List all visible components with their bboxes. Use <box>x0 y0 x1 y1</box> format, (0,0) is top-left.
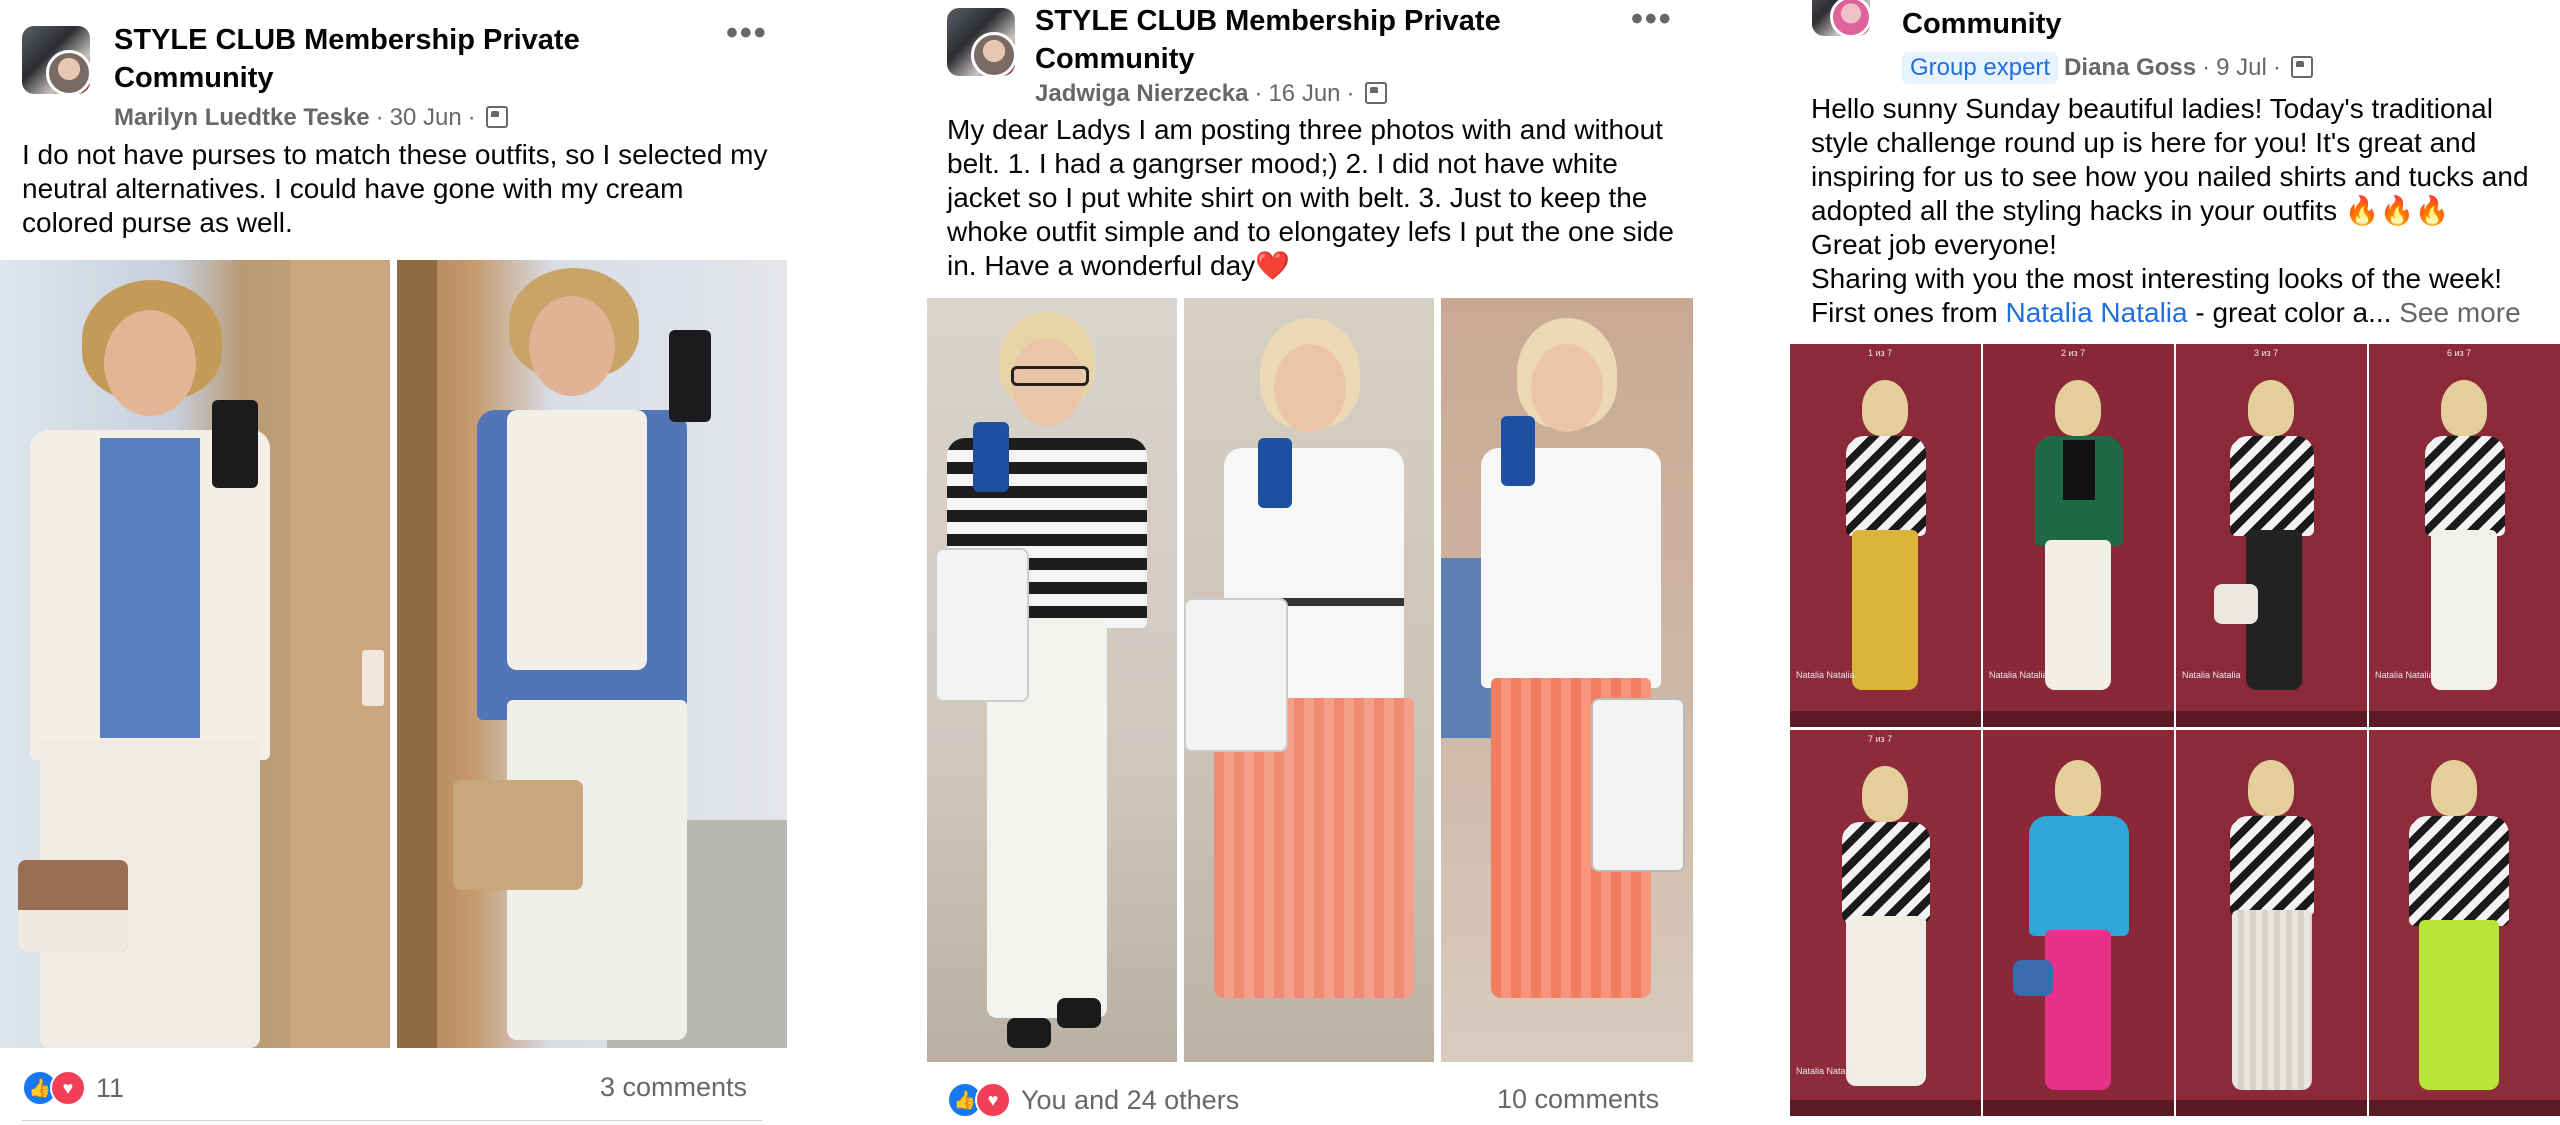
post-date[interactable]: 30 Jun <box>390 104 462 131</box>
reaction-count: 11 <box>96 1072 125 1103</box>
more-options-icon[interactable]: ••• <box>726 14 768 53</box>
post-3: Community Group expert Diana Goss · 9 Jul · … <box>1790 0 2560 1125</box>
photo-counter: 6 из 7 <box>2447 348 2472 358</box>
post-text-line: Great job everyone! <box>1811 229 2057 260</box>
photo-counter: 1 из 7 <box>1868 348 1893 358</box>
post-date[interactable]: 9 Jul <box>2216 54 2267 81</box>
post-2: STYLE CLUB Membership Private Community … <box>925 0 1695 1125</box>
author-name[interactable]: Diana Goss <box>2064 54 2196 81</box>
group-avatar[interactable] <box>947 8 1015 76</box>
privacy-members-icon <box>1364 82 1387 104</box>
photo-counter: 3 из 7 <box>2254 348 2279 358</box>
reaction-summary[interactable]: 👍 ♥ You and 24 others <box>947 1082 1239 1118</box>
divider <box>22 1120 762 1121</box>
grid-photo-1[interactable]: 1 из 7 Natalia Natalia <box>1790 344 1981 727</box>
grid-photo-7[interactable] <box>2176 730 2367 1116</box>
post-photo-2[interactable] <box>1184 298 1434 1062</box>
grid-photo-5[interactable]: 7 из 7 Natalia Natalia <box>1790 730 1981 1116</box>
photo-author: Natalia Natalia <box>1796 670 1855 680</box>
group-name[interactable]: Community <box>1902 5 2062 43</box>
post-date[interactable]: 16 Jun <box>1268 80 1340 107</box>
post-photo-1[interactable] <box>927 298 1177 1062</box>
grid-photo-3[interactable]: 3 из 7 Natalia Natalia <box>2176 344 2367 727</box>
grid-photo-2[interactable]: 2 из 7 Natalia Natalia <box>1983 344 2174 727</box>
author-name[interactable]: Marilyn Luedtke Teske <box>114 104 370 131</box>
post-text: Hello sunny Sunday beautiful ladies! Tod… <box>1811 92 2541 330</box>
post-meta: Jadwiga Nierzecka · 16 Jun · <box>1035 80 1387 108</box>
post-1: STYLE CLUB Membership Private Community … <box>0 0 790 1125</box>
post-photo-1[interactable] <box>0 260 390 1048</box>
author-avatar[interactable] <box>1830 0 1870 36</box>
reaction-summary[interactable]: 👍 ♥ 11 <box>22 1070 124 1106</box>
post-meta: Group expert Diana Goss · 9 Jul · <box>1902 52 2313 84</box>
author-avatar[interactable] <box>971 32 1015 76</box>
photo-counter: 2 из 7 <box>2061 348 2086 358</box>
see-more-link[interactable]: See more <box>2399 297 2520 328</box>
grid-photo-8[interactable] <box>2369 730 2560 1116</box>
post-photo-3[interactable] <box>1441 298 1693 1062</box>
group-expert-badge[interactable]: Group expert <box>1902 52 2059 84</box>
comments-link[interactable]: 3 comments <box>600 1072 747 1103</box>
photo-author: Natalia Natalia <box>2182 670 2241 680</box>
post-text: My dear Ladys I am posting three photos … <box>947 114 1674 281</box>
privacy-members-icon <box>2290 56 2313 78</box>
group-avatar[interactable] <box>1812 0 1870 36</box>
post-text-line: Sharing with you the most interesting lo… <box>1811 263 2503 294</box>
author-avatar[interactable] <box>46 50 90 94</box>
post-text: I do not have purses to match these outf… <box>22 139 768 238</box>
privacy-members-icon <box>485 106 508 128</box>
post-text-line: First ones from Natalia Natalia - great … <box>1811 296 2541 330</box>
more-options-icon[interactable]: ••• <box>1631 0 1673 39</box>
photo-counter: 7 из 7 <box>1868 734 1893 744</box>
grid-photo-4[interactable]: 6 из 7 Natalia Natalia <box>2369 344 2560 727</box>
post-text-line: Hello sunny Sunday beautiful ladies! Tod… <box>1811 93 2529 226</box>
group-name[interactable]: STYLE CLUB Membership Private Community <box>1035 2 1555 78</box>
grid-photo-6[interactable] <box>1983 730 2174 1116</box>
comments-link[interactable]: 10 comments <box>1497 1084 1659 1115</box>
love-reaction-icon: ♥ <box>50 1070 86 1106</box>
photo-author: Natalia Natalia <box>1989 670 2048 680</box>
group-avatar[interactable] <box>22 26 90 94</box>
post-meta: Marilyn Luedtke Teske · 30 Jun · <box>114 104 508 132</box>
reaction-text: You and 24 others <box>1021 1084 1240 1115</box>
post-photo-2[interactable] <box>397 260 787 1048</box>
author-name[interactable]: Jadwiga Nierzecka <box>1035 80 1248 107</box>
photo-grid: 1 из 7 Natalia Natalia 2 из 7 Natalia Na… <box>1790 344 2560 1116</box>
text-fragment: - great color a... <box>2187 297 2392 328</box>
mention-link[interactable]: Natalia Natalia <box>2005 297 2187 328</box>
love-reaction-icon: ♥ <box>975 1082 1011 1118</box>
text-fragment: First ones from <box>1811 297 2006 328</box>
photo-author: Natalia Natalia <box>2375 670 2434 680</box>
group-name[interactable]: STYLE CLUB Membership Private Community <box>114 21 674 97</box>
photo-author: Natalia Natalia <box>1796 1066 1855 1076</box>
